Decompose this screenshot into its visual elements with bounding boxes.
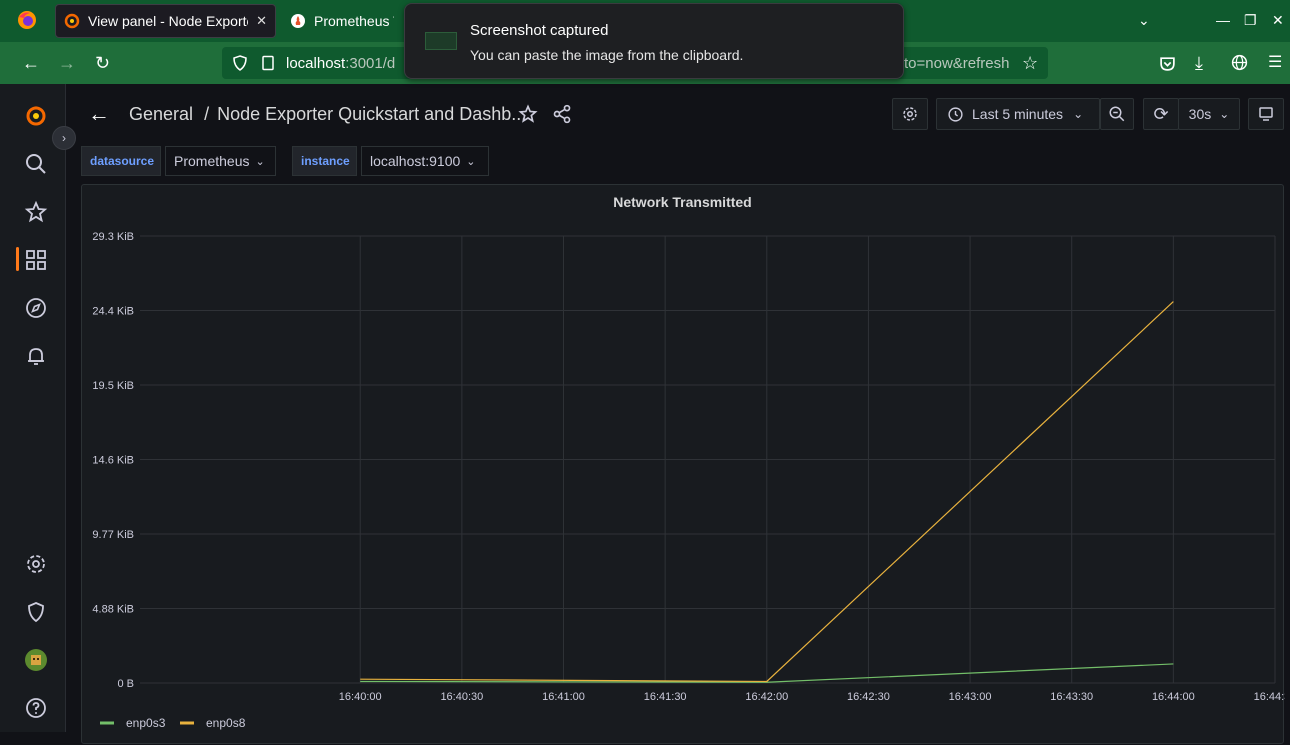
grafana-logo-icon[interactable] — [24, 104, 48, 128]
chevron-down-icon: ⌄ — [1073, 107, 1084, 121]
notification-title: Screenshot captured — [470, 22, 609, 39]
tab-prometheus[interactable]: Prometheus Time Series Collection and Pr… — [282, 4, 402, 38]
active-indicator — [16, 247, 19, 271]
y-tick-label: 14.6 KiB — [92, 455, 134, 467]
search-icon[interactable] — [24, 152, 48, 176]
legend-label-enp0s3: enp0s3 — [126, 716, 166, 730]
x-tick-label: 16:43:00 — [949, 691, 992, 703]
prometheus-favicon-icon — [291, 14, 305, 28]
chevron-down-icon: ⌄ — [255, 155, 265, 168]
minimize-window-icon[interactable]: — — [1216, 12, 1230, 28]
legend-label-enp0s8: enp0s8 — [206, 716, 246, 730]
configuration-gear-icon[interactable] — [24, 552, 48, 576]
dashboard-settings-button[interactable] — [892, 98, 928, 130]
bookmark-star-icon[interactable]: ☆ — [1022, 53, 1038, 74]
y-tick-label: 19.5 KiB — [92, 380, 134, 392]
tab-title: View panel - Node Exporter Quickstart an… — [88, 13, 248, 29]
variable-label-instance: instance — [292, 146, 357, 176]
reload-icon[interactable]: ↻ — [95, 52, 110, 74]
mark-favorite-star-icon[interactable] — [518, 104, 538, 124]
url-path: :3001/d — [345, 54, 396, 72]
starred-icon[interactable] — [24, 200, 48, 224]
clock-icon — [948, 106, 963, 122]
breadcrumb-folder[interactable]: General — [129, 104, 193, 124]
y-tick-label: 24.4 KiB — [92, 306, 134, 318]
help-icon[interactable] — [24, 696, 48, 720]
url-tail: to=now&refresh — [904, 54, 1010, 72]
notification-message: You can paste the image from the clipboa… — [470, 47, 744, 63]
y-tick-label: 29.3 KiB — [92, 231, 134, 243]
refresh-icon: ⟳ — [1153, 103, 1169, 124]
app-menu-icon[interactable]: ☰ — [1268, 52, 1282, 74]
dashboards-icon[interactable] — [24, 248, 48, 272]
x-tick-label: 16:44:00 — [1152, 691, 1195, 703]
x-tick-label: 16:41:00 — [542, 691, 585, 703]
x-tick-label: 16:40:30 — [440, 691, 483, 703]
url-host: localhost — [286, 54, 346, 72]
server-admin-shield-icon[interactable] — [24, 600, 48, 624]
variable-label-datasource: datasource — [81, 146, 161, 176]
y-tick-label: 9.77 KiB — [92, 529, 134, 541]
close-window-icon[interactable]: ✕ — [1272, 12, 1284, 29]
back-to-dashboard-icon[interactable]: ← — [88, 101, 110, 127]
time-series-chart[interactable]: 0 B 4.88 KiB 9.77 KiB 14.6 KiB 19.5 KiB 24.4 … — [82, 185, 1285, 745]
dashboard-title[interactable]: Node Exporter Quickstart and Dashb... — [217, 104, 526, 124]
tab-list-chevron-icon[interactable]: ⌄ — [1138, 12, 1150, 29]
alerting-bell-icon[interactable] — [24, 344, 48, 368]
x-tick-label: 16:44:30 — [1254, 691, 1285, 703]
monitor-icon — [1259, 107, 1273, 121]
firefox-menu-icon[interactable] — [16, 9, 38, 31]
tab-title: Prometheus Time Series Collection and Pr… — [314, 13, 394, 29]
grafana-sidebar — [0, 84, 66, 732]
language-globe-icon[interactable] — [1231, 54, 1248, 71]
grafana-favicon-icon — [64, 13, 80, 29]
y-tick-label: 4.88 KiB — [92, 604, 134, 616]
x-tick-label: 16:42:00 — [745, 691, 788, 703]
sidebar-expand-chevron-icon[interactable]: › — [52, 126, 76, 150]
maximize-window-icon[interactable]: ❐ — [1244, 12, 1257, 29]
x-tick-label: 16:41:30 — [644, 691, 687, 703]
refresh-button[interactable]: ⟳ — [1143, 98, 1179, 130]
downloads-icon[interactable]: ⤓ — [1195, 52, 1203, 74]
view-mode-button[interactable] — [1248, 98, 1284, 130]
back-arrow-icon[interactable]: ← — [22, 52, 40, 74]
shield-tracking-icon[interactable] — [232, 55, 248, 71]
time-range-label: Last 5 minutes — [972, 106, 1064, 122]
explore-compass-icon[interactable] — [24, 296, 48, 320]
settings-gear-icon — [903, 107, 917, 121]
page-info-icon[interactable] — [260, 55, 276, 71]
x-tick-label: 16:43:30 — [1050, 691, 1093, 703]
variable-select-instance[interactable]: localhost:9100 ⌄ — [361, 146, 489, 176]
breadcrumb-separator: / — [204, 104, 210, 124]
tab-grafana[interactable]: View panel - Node Exporter Quickstart an… — [55, 4, 276, 38]
x-tick-label: 16:40:00 — [339, 691, 382, 703]
refresh-interval-label: 30s — [1188, 106, 1212, 122]
chevron-down-icon: ⌄ — [1219, 107, 1230, 121]
zoom-out-button[interactable] — [1100, 98, 1134, 130]
screenshot-thumbnail — [425, 32, 457, 50]
y-tick-label: 0 B — [117, 678, 134, 690]
chevron-down-icon: ⌄ — [466, 155, 476, 168]
breadcrumb: General / Node Exporter Quickstart and D… — [129, 104, 526, 125]
forward-arrow-icon[interactable]: → — [58, 52, 76, 74]
zoom-out-icon — [1109, 106, 1125, 122]
share-icon[interactable] — [552, 104, 572, 124]
panel-network-transmitted: Network Transmitted 0 B 4.88 KiB 9.77 KiB 1… — [81, 184, 1285, 745]
refresh-interval-picker[interactable]: 30s ⌄ — [1178, 98, 1240, 130]
x-tick-label: 16:42:30 — [847, 691, 890, 703]
variable-select-datasource[interactable]: Prometheus ⌄ — [165, 146, 276, 176]
pocket-icon[interactable] — [1159, 55, 1176, 72]
time-range-picker[interactable]: Last 5 minutes ⌄ — [936, 98, 1100, 130]
screenshot-notification: Screenshot captured You can paste the im… — [404, 3, 904, 79]
variable-value: localhost:9100 — [370, 153, 461, 169]
variable-value: Prometheus — [174, 153, 250, 169]
user-avatar-icon[interactable] — [24, 648, 48, 672]
close-tab-icon[interactable]: ✕ — [256, 13, 267, 29]
